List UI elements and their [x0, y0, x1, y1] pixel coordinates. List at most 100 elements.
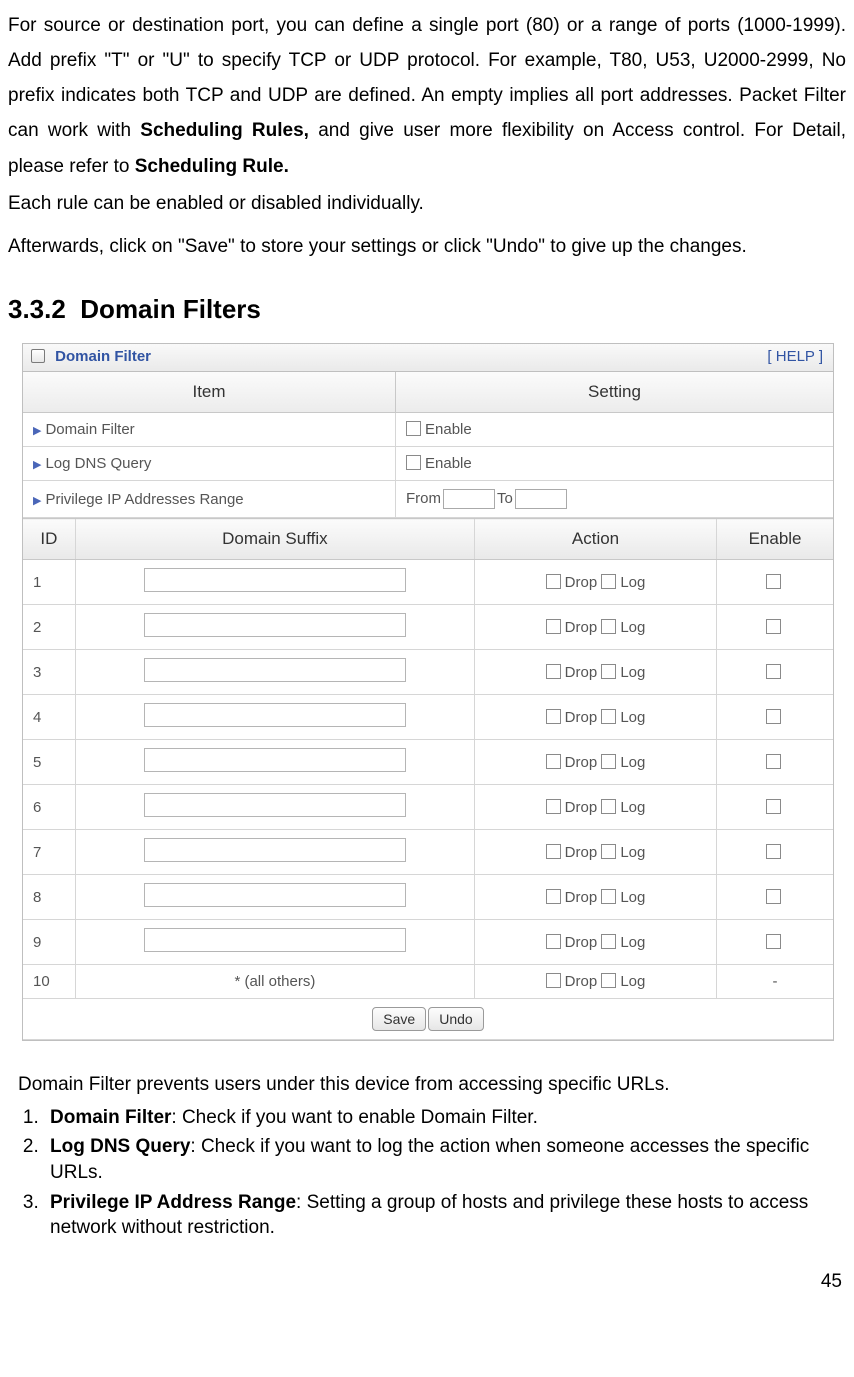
- desc-list: Domain Filter: Check if you want to enab…: [8, 1105, 846, 1241]
- rule-enable-cell: [717, 830, 833, 875]
- drop-checkbox[interactable]: [546, 574, 561, 589]
- rule-suffix-cell: [75, 560, 474, 605]
- rule-suffix-cell: [75, 605, 474, 650]
- log-checkbox[interactable]: [601, 754, 616, 769]
- panel-title-wrap: Domain Filter: [31, 348, 151, 365]
- ip-range-from-input[interactable]: [443, 489, 495, 509]
- rule-id: 2: [23, 605, 75, 650]
- rule-suffix-cell: [75, 740, 474, 785]
- rule-suffix-cell: [75, 830, 474, 875]
- enable-checkbox[interactable]: [766, 709, 781, 724]
- drop-checkbox[interactable]: [546, 709, 561, 724]
- enable-checkbox[interactable]: [766, 844, 781, 859]
- button-row: SaveUndo: [23, 999, 833, 1040]
- log-dns-enable-text: Enable: [425, 455, 472, 472]
- drop-label: Drop: [565, 574, 602, 591]
- rule-id: 8: [23, 875, 75, 920]
- rule-id: 10: [23, 965, 75, 999]
- rule-suffix-cell: [75, 920, 474, 965]
- log-label: Log: [620, 844, 645, 861]
- list-item-rest: : Check if you want to enable Domain Fil…: [171, 1107, 537, 1128]
- list-item-bold: Privilege IP Address Range: [50, 1192, 296, 1213]
- enable-checkbox[interactable]: [766, 889, 781, 904]
- domain-suffix-input[interactable]: [144, 928, 406, 952]
- enable-checkbox[interactable]: [766, 754, 781, 769]
- log-label: Log: [620, 754, 645, 771]
- rule-action-cell: Drop Log: [474, 830, 716, 875]
- rule-id: 4: [23, 695, 75, 740]
- drop-checkbox[interactable]: [546, 619, 561, 634]
- table-row: 6Drop Log: [23, 785, 833, 830]
- rule-id: 7: [23, 830, 75, 875]
- section-title: Domain Filters: [80, 294, 261, 324]
- enable-checkbox[interactable]: [766, 574, 781, 589]
- log-dns-checkbox[interactable]: [406, 455, 421, 470]
- panel-icon: [31, 349, 45, 363]
- help-link[interactable]: [ HELP ]: [767, 348, 823, 365]
- domain-suffix-input[interactable]: [144, 883, 406, 907]
- drop-checkbox[interactable]: [546, 799, 561, 814]
- list-item: Privilege IP Address Range: Setting a gr…: [44, 1190, 846, 1241]
- domain-suffix-input[interactable]: [144, 613, 406, 637]
- domain-suffix-input[interactable]: [144, 793, 406, 817]
- log-label: Log: [620, 973, 645, 990]
- drop-checkbox[interactable]: [546, 889, 561, 904]
- enable-checkbox[interactable]: [766, 664, 781, 679]
- rule-suffix-cell: [75, 695, 474, 740]
- save-button[interactable]: Save: [372, 1007, 426, 1031]
- domain-suffix-input[interactable]: [144, 838, 406, 862]
- list-item: Log DNS Query: Check if you want to log …: [44, 1134, 846, 1185]
- ip-range-to-label: To: [497, 490, 513, 507]
- rule-suffix-cell: [75, 650, 474, 695]
- table-row: 10* (all others)Drop Log-: [23, 965, 833, 999]
- domain-suffix-input[interactable]: [144, 658, 406, 682]
- rule-suffix-cell: [75, 875, 474, 920]
- drop-checkbox[interactable]: [546, 844, 561, 859]
- log-checkbox[interactable]: [601, 709, 616, 724]
- drop-checkbox[interactable]: [546, 664, 561, 679]
- drop-checkbox[interactable]: [546, 973, 561, 988]
- log-checkbox[interactable]: [601, 664, 616, 679]
- drop-label: Drop: [565, 754, 602, 771]
- enable-checkbox[interactable]: [766, 934, 781, 949]
- log-checkbox[interactable]: [601, 973, 616, 988]
- desc-lead: Domain Filter prevents users under this …: [18, 1071, 846, 1099]
- rule-enable-cell: [717, 785, 833, 830]
- domain-suffix-input[interactable]: [144, 568, 406, 592]
- drop-label: Drop: [565, 799, 602, 816]
- drop-checkbox[interactable]: [546, 754, 561, 769]
- enable-checkbox[interactable]: [766, 799, 781, 814]
- settings-header-setting: Setting: [396, 372, 834, 413]
- enable-checkbox[interactable]: [766, 619, 781, 634]
- rule-action-cell: Drop Log: [474, 650, 716, 695]
- table-row: 3Drop Log: [23, 650, 833, 695]
- log-label: Log: [620, 709, 645, 726]
- drop-label: Drop: [565, 619, 602, 636]
- log-checkbox[interactable]: [601, 799, 616, 814]
- domain-filter-text: Domain Filter: [45, 421, 134, 438]
- intro-p1-bold2: Scheduling Rule.: [135, 156, 289, 177]
- log-checkbox[interactable]: [601, 889, 616, 904]
- rules-header-id: ID: [23, 519, 75, 560]
- log-checkbox[interactable]: [601, 574, 616, 589]
- domain-suffix-input[interactable]: [144, 703, 406, 727]
- rule-enable-cell: [717, 605, 833, 650]
- list-item: Domain Filter: Check if you want to enab…: [44, 1105, 846, 1131]
- drop-checkbox[interactable]: [546, 934, 561, 949]
- domain-filter-checkbox[interactable]: [406, 421, 421, 436]
- log-checkbox[interactable]: [601, 619, 616, 634]
- undo-button[interactable]: Undo: [428, 1007, 483, 1031]
- rule-action-cell: Drop Log: [474, 605, 716, 650]
- log-label: Log: [620, 574, 645, 591]
- domain-suffix-input[interactable]: [144, 748, 406, 772]
- rule-enable-cell: [717, 740, 833, 785]
- log-checkbox[interactable]: [601, 934, 616, 949]
- list-item-bold: Log DNS Query: [50, 1136, 190, 1157]
- ip-range-to-input[interactable]: [515, 489, 567, 509]
- log-checkbox[interactable]: [601, 844, 616, 859]
- table-row: 9Drop Log: [23, 920, 833, 965]
- domain-filter-enable-text: Enable: [425, 421, 472, 438]
- drop-label: Drop: [565, 844, 602, 861]
- rules-header-suffix: Domain Suffix: [75, 519, 474, 560]
- drop-label: Drop: [565, 934, 602, 951]
